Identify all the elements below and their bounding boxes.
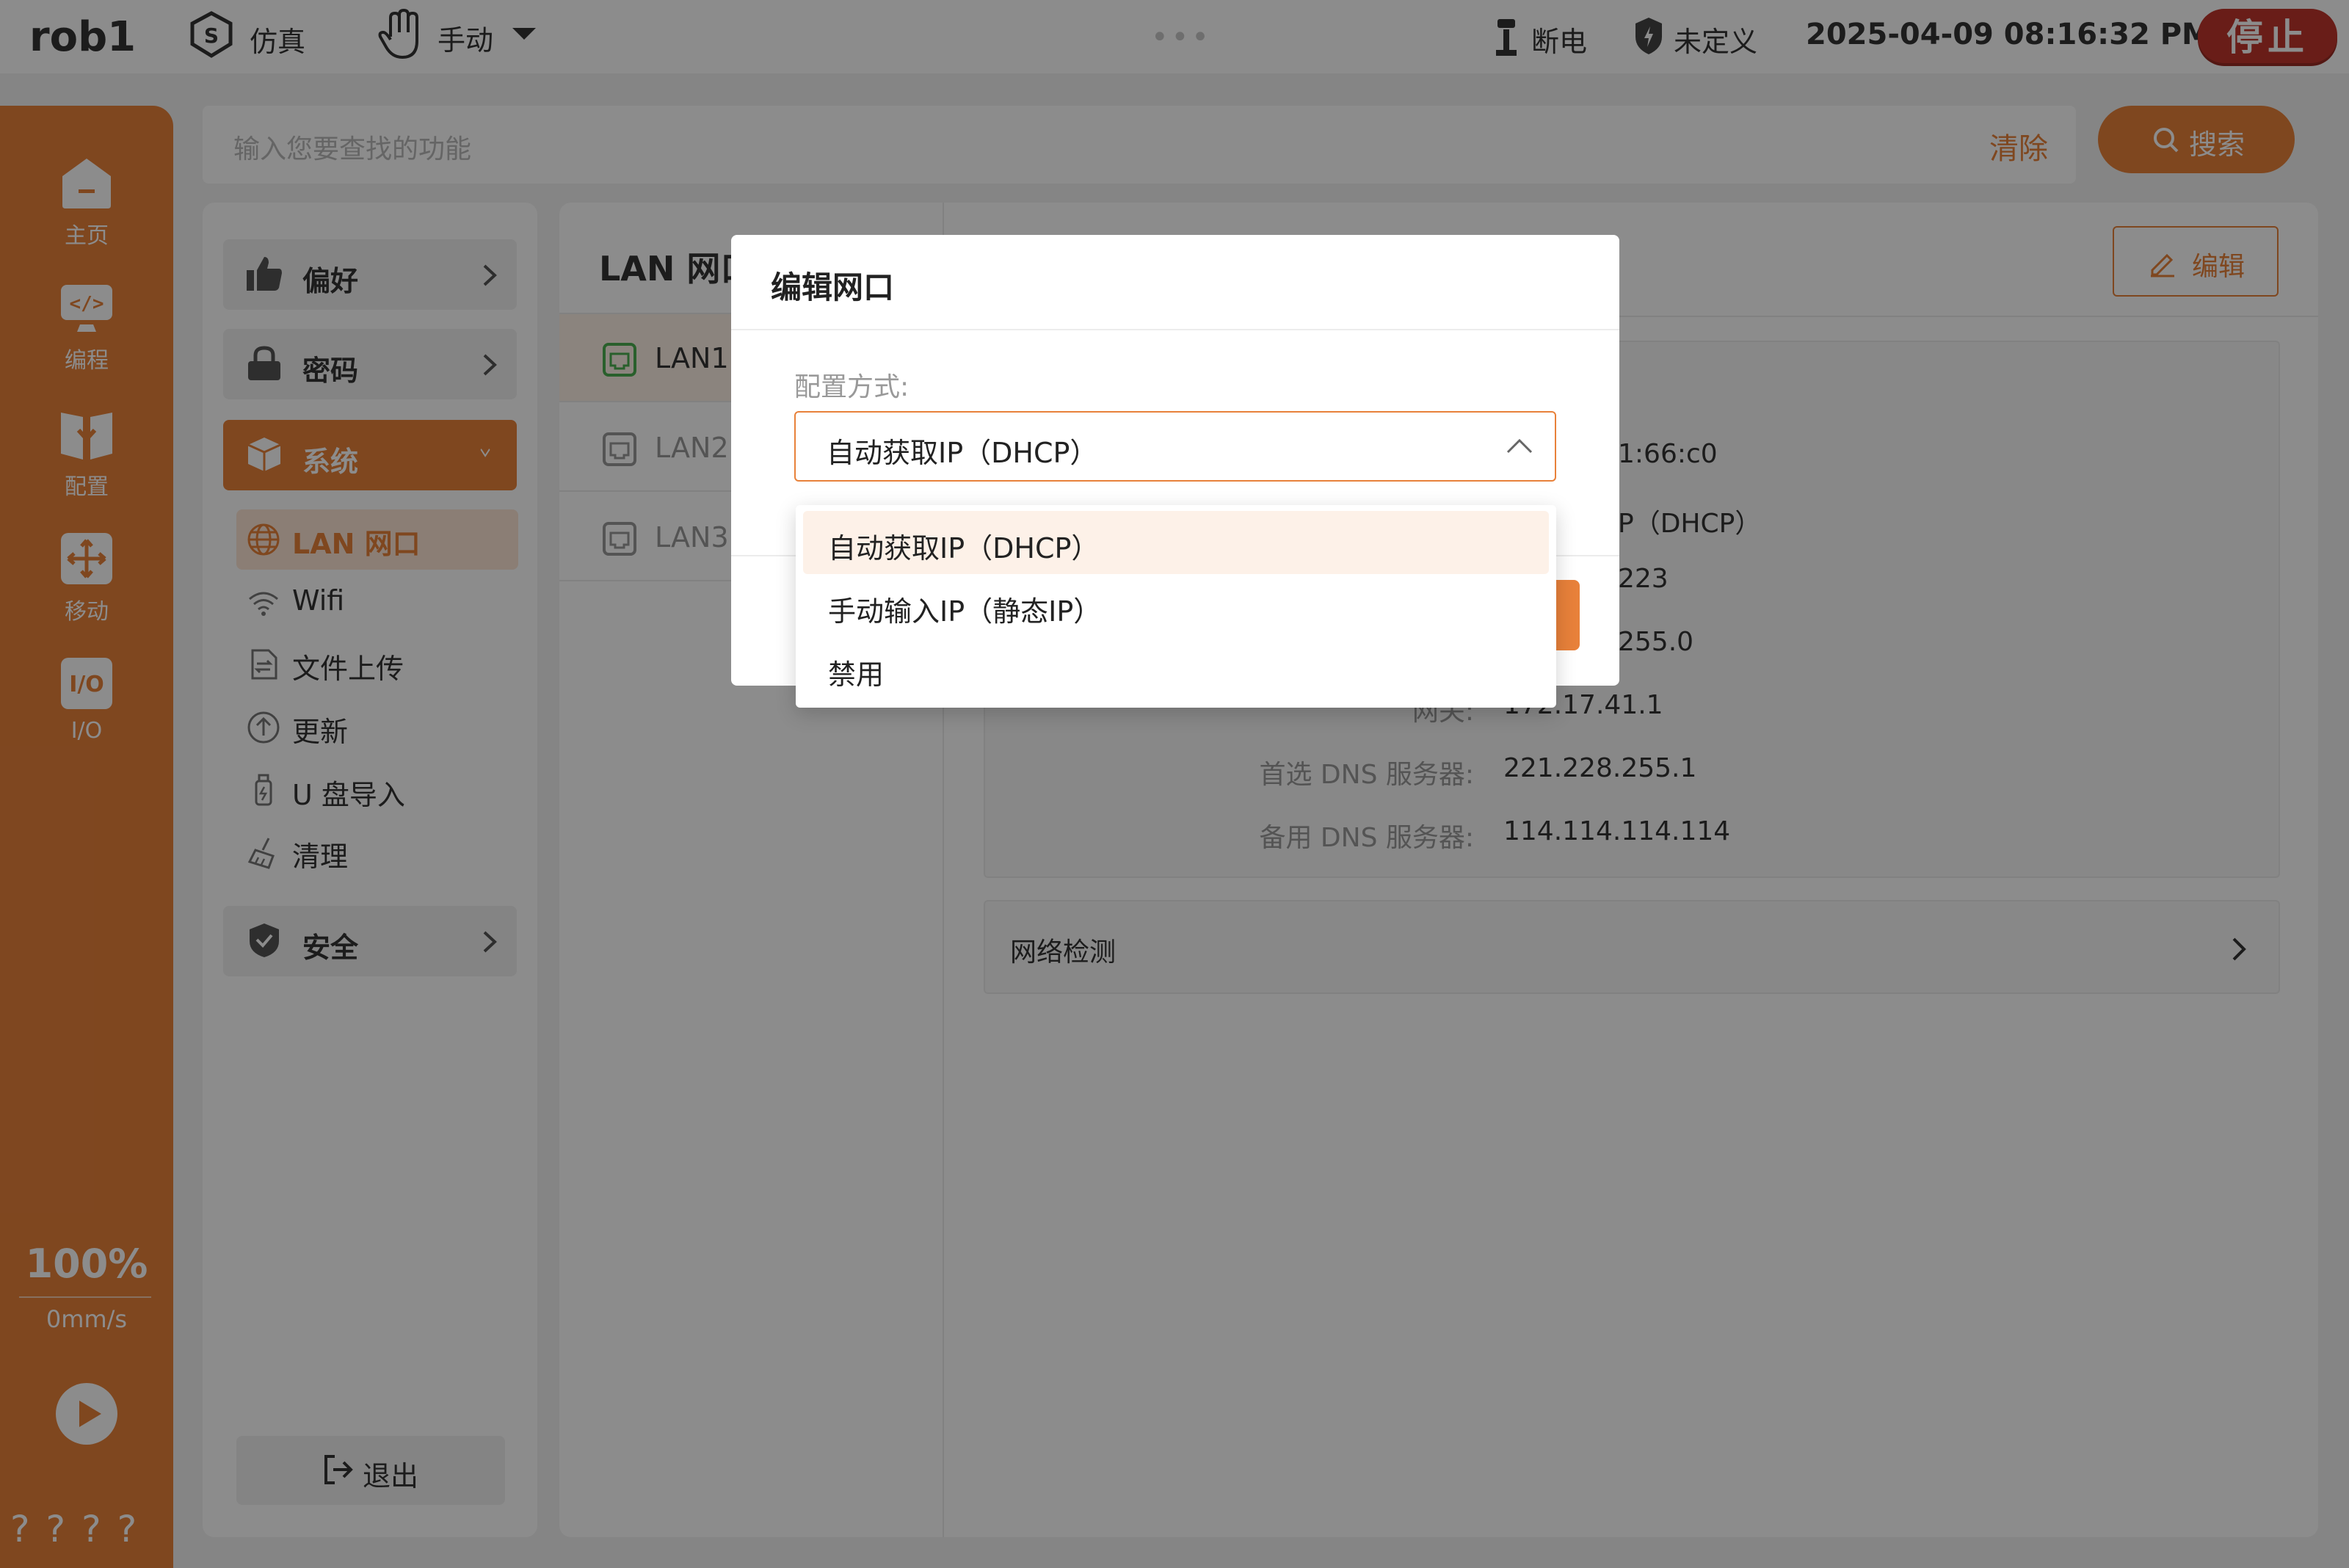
chevron-up-icon bbox=[1506, 438, 1533, 454]
config-mode-label: 配置方式: bbox=[794, 372, 910, 402]
dialog-title: 编辑网口 bbox=[771, 269, 895, 305]
option-label: 自动获取IP（DHCP） bbox=[828, 532, 1100, 565]
divider bbox=[731, 329, 1619, 330]
config-mode-value: 自动获取IP（DHCP） bbox=[827, 437, 1098, 469]
option-label: 禁用 bbox=[828, 658, 885, 691]
option-static-ip[interactable]: 手动输入IP（静态IP） bbox=[803, 574, 1549, 637]
option-dhcp[interactable]: 自动获取IP（DHCP） bbox=[803, 511, 1549, 574]
option-label: 手动输入IP（静态IP） bbox=[828, 595, 1102, 628]
option-disabled[interactable]: 禁用 bbox=[803, 637, 1549, 700]
